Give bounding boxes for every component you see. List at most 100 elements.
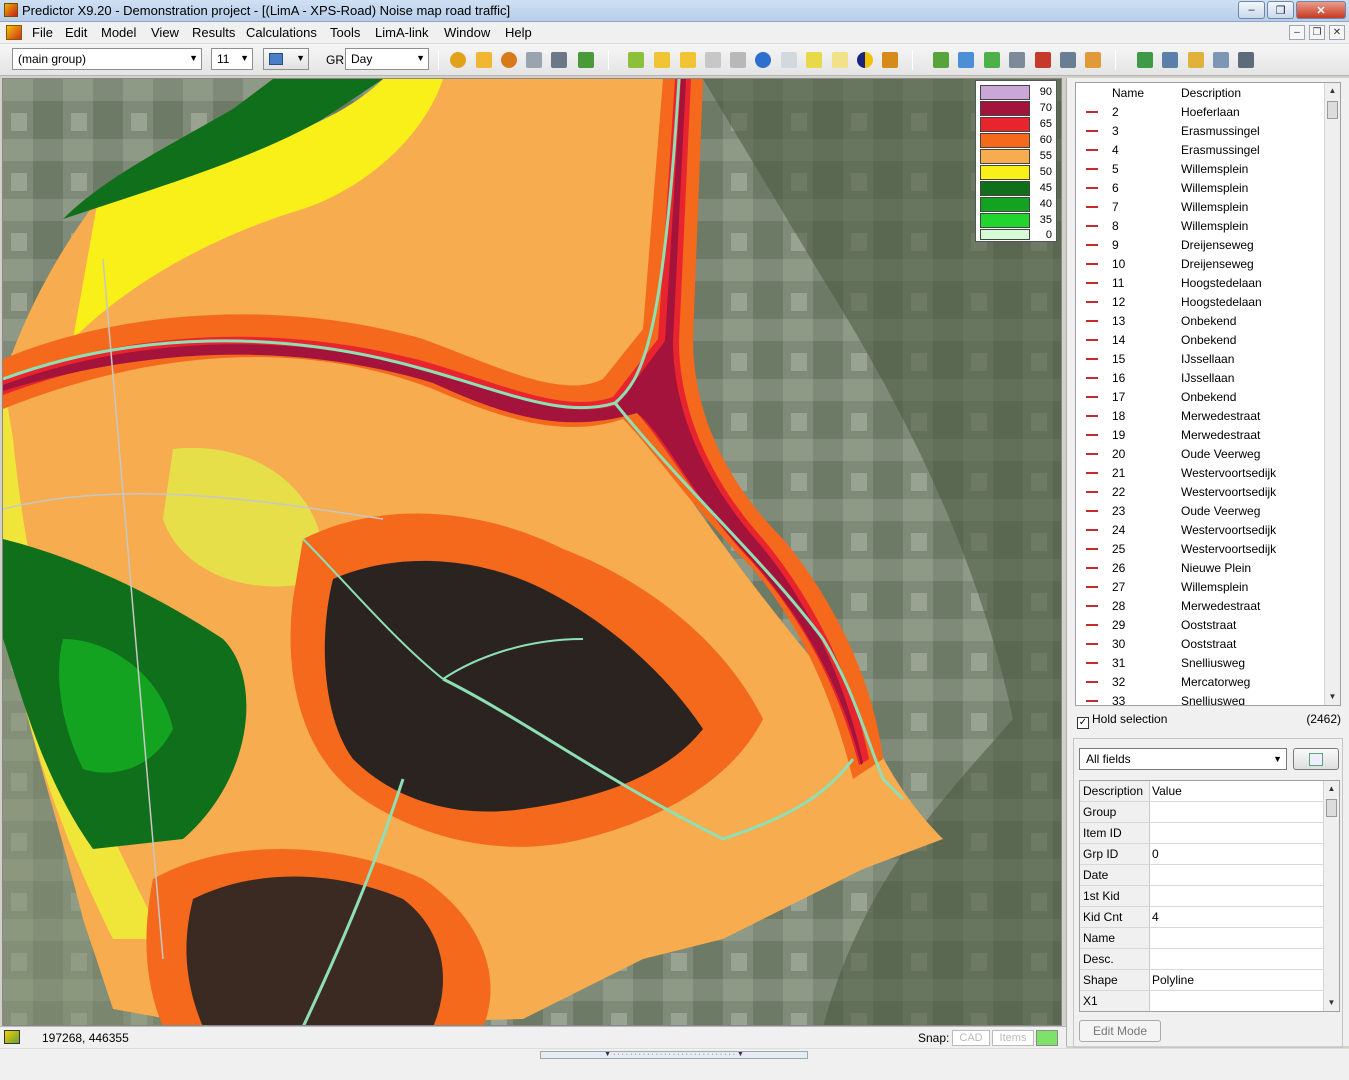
list-item[interactable]: 16 IJssellaan: [1076, 369, 1326, 388]
checkbox-checked-icon[interactable]: ✓: [1077, 717, 1089, 729]
table-icon[interactable]: [705, 52, 721, 68]
property-row[interactable]: Date: [1080, 865, 1325, 886]
gear-icon[interactable]: [501, 52, 517, 68]
edit-mode-button[interactable]: Edit Mode: [1079, 1020, 1161, 1042]
list-item[interactable]: 30 Ooststraat: [1076, 635, 1326, 654]
layer-dropdown-button[interactable]: ▼: [263, 48, 309, 70]
pointer-icon[interactable]: [882, 52, 898, 68]
clipboard-icon[interactable]: [1188, 52, 1204, 68]
property-row[interactable]: Shape Polyline: [1080, 970, 1325, 991]
edit-properties-button[interactable]: [1293, 748, 1339, 770]
list-item[interactable]: 19 Merwedestraat: [1076, 426, 1326, 445]
list-item[interactable]: 5 Willemsplein: [1076, 160, 1326, 179]
list-item[interactable]: 28 Merwedestraat: [1076, 597, 1326, 616]
menu-calculations[interactable]: Calculations: [246, 25, 317, 40]
select-icon[interactable]: [1137, 52, 1153, 68]
list-item[interactable]: 11 Hoogstedelaan: [1076, 274, 1326, 293]
export-icon[interactable]: [578, 52, 594, 68]
calculate-icon[interactable]: [450, 52, 466, 68]
column-description-header[interactable]: Description: [1181, 86, 1241, 100]
window-icon[interactable]: [1213, 52, 1229, 68]
properties-grid[interactable]: Description Value Group Item ID Grp ID 0 Dat…: [1079, 780, 1340, 1012]
scroll-up-icon[interactable]: ▲: [1324, 781, 1339, 797]
mdi-minimize-button[interactable]: –: [1289, 25, 1305, 40]
binoculars-icon[interactable]: [551, 52, 567, 68]
group-combo[interactable]: (main group) ▼: [12, 48, 202, 70]
zoom-window-icon[interactable]: [958, 52, 974, 68]
snap-cad-toggle[interactable]: CAD: [952, 1030, 990, 1046]
mdi-restore-button[interactable]: ❐: [1309, 25, 1325, 40]
zoom-extent-icon[interactable]: [984, 52, 1000, 68]
period-combo[interactable]: Day ▼: [345, 48, 429, 70]
note-icon[interactable]: [806, 52, 822, 68]
list-item[interactable]: 31 Snelliusweg: [1076, 654, 1326, 673]
property-value[interactable]: 0: [1152, 847, 1159, 861]
column-name-header[interactable]: Name: [1112, 86, 1144, 100]
property-row[interactable]: Group: [1080, 802, 1325, 823]
list-icon[interactable]: [781, 52, 797, 68]
new-object-icon[interactable]: [628, 52, 644, 68]
list-item[interactable]: 4 Erasmussingel: [1076, 141, 1326, 160]
list-item[interactable]: 22 Westervoortsedijk: [1076, 483, 1326, 502]
list-item[interactable]: 26 Nieuwe Plein: [1076, 559, 1326, 578]
list-item[interactable]: 18 Merwedestraat: [1076, 407, 1326, 426]
scroll-down-icon[interactable]: ▼: [1324, 995, 1339, 1011]
fit-view-icon[interactable]: [1060, 52, 1076, 68]
object-list[interactable]: Name Description 2 Hoeferlaan 3 Erasmussing…: [1075, 82, 1341, 706]
scroll-down-icon[interactable]: ▼: [1325, 689, 1340, 705]
property-row[interactable]: Desc.: [1080, 949, 1325, 970]
list-item[interactable]: 25 Westervoortsedijk: [1076, 540, 1326, 559]
property-value[interactable]: 4: [1152, 910, 1159, 924]
close-button[interactable]: ✕: [1296, 1, 1346, 19]
property-row[interactable]: Kid Cnt 4: [1080, 907, 1325, 928]
pan-icon[interactable]: [1085, 52, 1101, 68]
hold-selection-checkbox[interactable]: ✓ Hold selection: [1077, 712, 1167, 729]
menu-edit[interactable]: Edit: [65, 25, 87, 40]
list-item[interactable]: 17 Onbekend: [1076, 388, 1326, 407]
mdi-close-button[interactable]: ✕: [1329, 25, 1345, 40]
property-row[interactable]: X1: [1080, 991, 1325, 1011]
property-row[interactable]: Grp ID 0: [1080, 844, 1325, 865]
box-icon[interactable]: [476, 52, 492, 68]
list-item[interactable]: 20 Oude Veerweg: [1076, 445, 1326, 464]
scroll-up-icon[interactable]: ▲: [1325, 83, 1340, 99]
horizontal-splitter[interactable]: ▼ · · · · · · · · · · · · · · · · · · · …: [540, 1051, 808, 1059]
property-row[interactable]: Item ID: [1080, 823, 1325, 844]
info-icon[interactable]: [755, 52, 771, 68]
noise-map-canvas[interactable]: [2, 78, 1062, 1026]
scroll-thumb[interactable]: [1327, 101, 1338, 119]
list-item[interactable]: 27 Willemsplein: [1076, 578, 1326, 597]
list-item[interactable]: 21 Westervoortsedijk: [1076, 464, 1326, 483]
list-item[interactable]: 15 IJssellaan: [1076, 350, 1326, 369]
list-item[interactable]: 14 Onbekend: [1076, 331, 1326, 350]
list-item[interactable]: 10 Dreijenseweg: [1076, 255, 1326, 274]
scroll-thumb[interactable]: [1326, 799, 1337, 817]
menu-window[interactable]: Window: [444, 25, 490, 40]
list-item[interactable]: 23 Oude Veerweg: [1076, 502, 1326, 521]
list-item[interactable]: 12 Hoogstedelaan: [1076, 293, 1326, 312]
property-value[interactable]: Polyline: [1152, 973, 1194, 987]
property-row[interactable]: Name: [1080, 928, 1325, 949]
menu-help[interactable]: Help: [505, 25, 532, 40]
list-item[interactable]: 24 Westervoortsedijk: [1076, 521, 1326, 540]
notes-icon[interactable]: [832, 52, 848, 68]
minimize-button[interactable]: –: [1238, 1, 1265, 19]
list-item[interactable]: 7 Willemsplein: [1076, 198, 1326, 217]
list-scrollbar[interactable]: ▲ ▼: [1324, 83, 1340, 705]
list-item[interactable]: 13 Onbekend: [1076, 312, 1326, 331]
list-item[interactable]: 6 Willemsplein: [1076, 179, 1326, 198]
link-icon[interactable]: [730, 52, 746, 68]
list-item[interactable]: 9 Dreijenseweg: [1076, 236, 1326, 255]
print-icon[interactable]: [526, 52, 542, 68]
menu-lima-link[interactable]: LimA-link: [375, 25, 428, 40]
menu-view[interactable]: View: [151, 25, 179, 40]
folder-open-icon[interactable]: [680, 52, 696, 68]
image-icon[interactable]: [1238, 52, 1254, 68]
zoom-in-icon[interactable]: [1009, 52, 1025, 68]
folder-icon[interactable]: [654, 52, 670, 68]
list-item[interactable]: 33 Snelliusweg: [1076, 692, 1326, 705]
document-icon[interactable]: [6, 25, 22, 40]
maximize-button[interactable]: ❐: [1267, 1, 1294, 19]
menu-results[interactable]: Results: [192, 25, 235, 40]
zoom-out-icon[interactable]: [1035, 52, 1051, 68]
